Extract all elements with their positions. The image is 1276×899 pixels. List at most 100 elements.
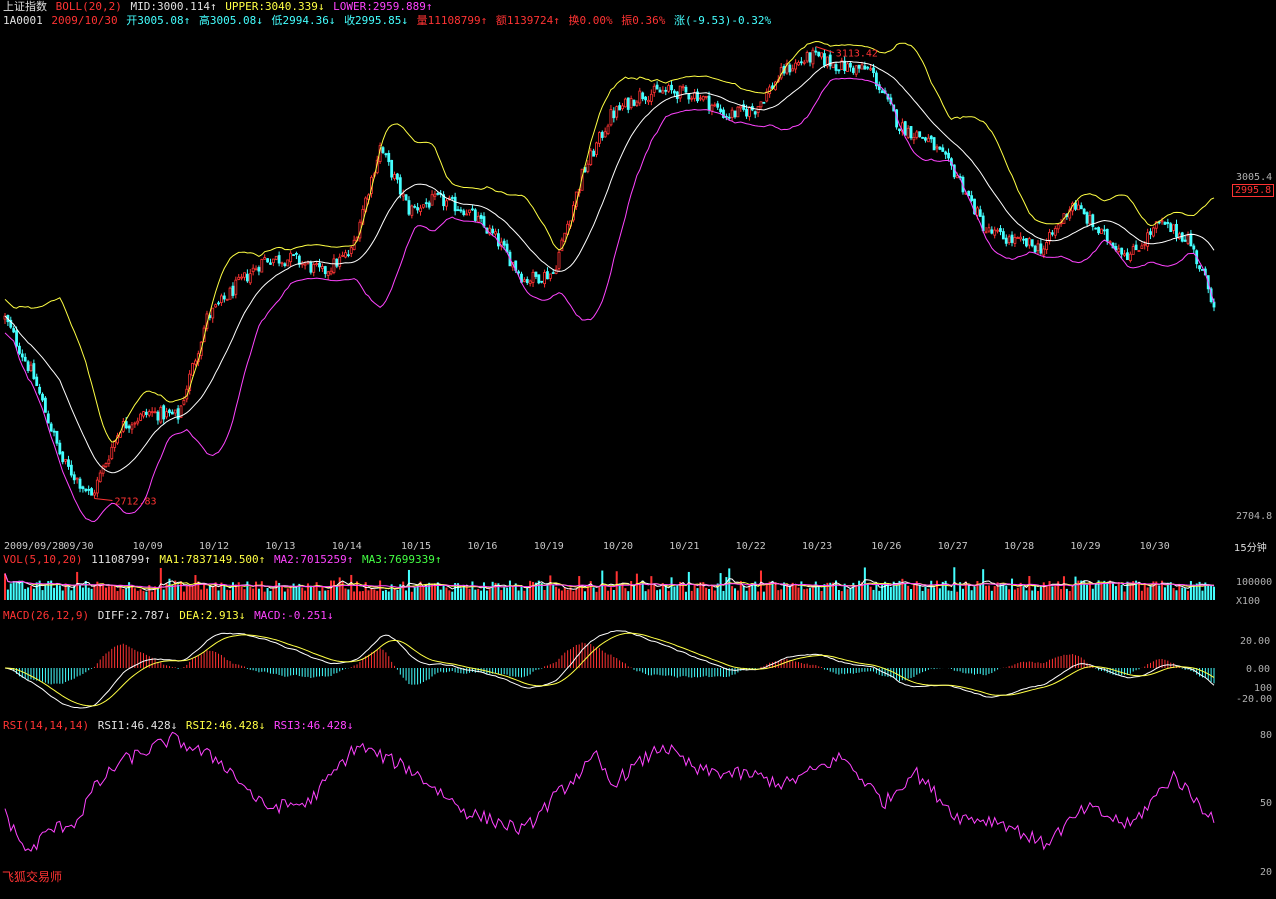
candle-body bbox=[701, 96, 705, 101]
period-label[interactable]: 15分钟 bbox=[1234, 539, 1267, 554]
candle-body bbox=[384, 153, 388, 156]
high-marker-label: 3113.42 bbox=[836, 49, 878, 60]
volume-bar bbox=[794, 584, 797, 600]
volume-bar bbox=[433, 583, 436, 600]
candle-body bbox=[791, 68, 795, 72]
candle-body bbox=[707, 95, 711, 111]
volume-bar bbox=[425, 585, 428, 600]
candle-body bbox=[421, 204, 425, 208]
date-axis-label: 10/26 bbox=[871, 541, 901, 552]
candle-body bbox=[12, 328, 16, 333]
volume-bar bbox=[1146, 587, 1149, 600]
candle-body bbox=[136, 420, 140, 424]
volume-bar bbox=[459, 588, 462, 600]
volume-bar bbox=[627, 591, 630, 600]
volume-bar bbox=[1163, 587, 1166, 600]
volume-bar bbox=[820, 590, 823, 600]
volume-bar bbox=[356, 581, 359, 600]
candle-body bbox=[243, 272, 246, 278]
volume-bar bbox=[358, 591, 361, 600]
candle-body bbox=[641, 92, 645, 100]
volume-bar bbox=[722, 590, 725, 600]
volume-bar bbox=[1005, 585, 1008, 600]
volume-bar bbox=[765, 583, 768, 600]
volume-bar bbox=[581, 585, 584, 600]
candle-body bbox=[626, 97, 630, 110]
volume-bar bbox=[1184, 588, 1187, 600]
volume-bar bbox=[1149, 586, 1152, 600]
candle-body bbox=[346, 254, 350, 257]
date-axis-label: 10/16 bbox=[467, 541, 497, 552]
volume-bar bbox=[970, 590, 973, 600]
volume-bar bbox=[335, 585, 338, 600]
volume-bar bbox=[1060, 589, 1063, 600]
candle-body bbox=[254, 268, 258, 271]
volume-bar bbox=[76, 571, 79, 600]
candle-body bbox=[263, 257, 267, 260]
candle-body bbox=[984, 231, 988, 234]
candle-body bbox=[860, 64, 864, 70]
volume-bar bbox=[396, 589, 399, 600]
candle-body bbox=[996, 229, 1000, 232]
candle-body bbox=[615, 106, 619, 118]
candle-body bbox=[635, 101, 639, 106]
candle-body bbox=[462, 210, 466, 216]
volume-bar bbox=[283, 591, 286, 600]
volume-bar bbox=[110, 584, 113, 600]
stock-chart-canvas[interactable]: 3113.42 2712.83 2009/09/28 09/30 10/09 10/12 1… bbox=[0, 0, 1276, 899]
volume-bar bbox=[102, 583, 105, 600]
candle-body bbox=[84, 488, 88, 492]
volume-bar bbox=[9, 583, 12, 600]
volume-bar bbox=[927, 588, 930, 600]
candle-body bbox=[990, 229, 994, 234]
volume-bar bbox=[809, 587, 812, 600]
volume-bar bbox=[1114, 586, 1117, 600]
volume-bar bbox=[84, 580, 87, 600]
candle-body bbox=[863, 65, 867, 70]
candle-body bbox=[225, 298, 229, 301]
candle-body bbox=[75, 477, 79, 480]
candle-body bbox=[606, 125, 610, 135]
brand-label: 飞狐交易师 bbox=[2, 870, 63, 884]
candle-body bbox=[1030, 239, 1034, 247]
volume-bar bbox=[921, 590, 924, 600]
candle-body bbox=[1137, 250, 1141, 252]
volume-bar bbox=[191, 585, 194, 600]
candle-body bbox=[271, 258, 275, 264]
candle-body bbox=[765, 91, 769, 102]
boll-mid-line bbox=[4, 60, 1215, 474]
volume-bar bbox=[324, 590, 327, 600]
candle-body bbox=[1146, 232, 1150, 247]
candle-body bbox=[494, 231, 497, 235]
candle-body bbox=[531, 271, 535, 283]
low-marker-label: 2712.83 bbox=[114, 496, 156, 507]
volume-bar bbox=[304, 590, 307, 600]
candle-body bbox=[1128, 253, 1132, 262]
candle-body bbox=[410, 205, 414, 216]
volume-bar bbox=[15, 581, 18, 600]
volume-bar bbox=[684, 591, 687, 600]
volume-bar bbox=[840, 591, 843, 600]
candle-body bbox=[1212, 301, 1216, 308]
candle-body bbox=[1163, 222, 1167, 225]
volume-bar bbox=[806, 588, 809, 600]
volume-bar bbox=[1013, 589, 1016, 600]
candle-body bbox=[312, 263, 316, 273]
volume-bar bbox=[130, 585, 133, 600]
candle-body bbox=[127, 425, 131, 429]
volume-bar bbox=[55, 584, 58, 600]
candle-body bbox=[320, 265, 324, 269]
candle-body bbox=[133, 422, 137, 425]
candle-body bbox=[704, 95, 708, 98]
volume-bar bbox=[1022, 586, 1025, 600]
candle-body bbox=[658, 89, 662, 93]
candle-body bbox=[93, 492, 96, 496]
candle-body bbox=[647, 99, 650, 103]
candle-body bbox=[820, 52, 823, 58]
candle-body bbox=[404, 194, 408, 201]
candle-body bbox=[1025, 238, 1028, 247]
volume-bar bbox=[924, 586, 927, 600]
volume-bar bbox=[687, 571, 690, 600]
candle-body bbox=[407, 200, 411, 215]
volume-bar bbox=[24, 588, 27, 600]
